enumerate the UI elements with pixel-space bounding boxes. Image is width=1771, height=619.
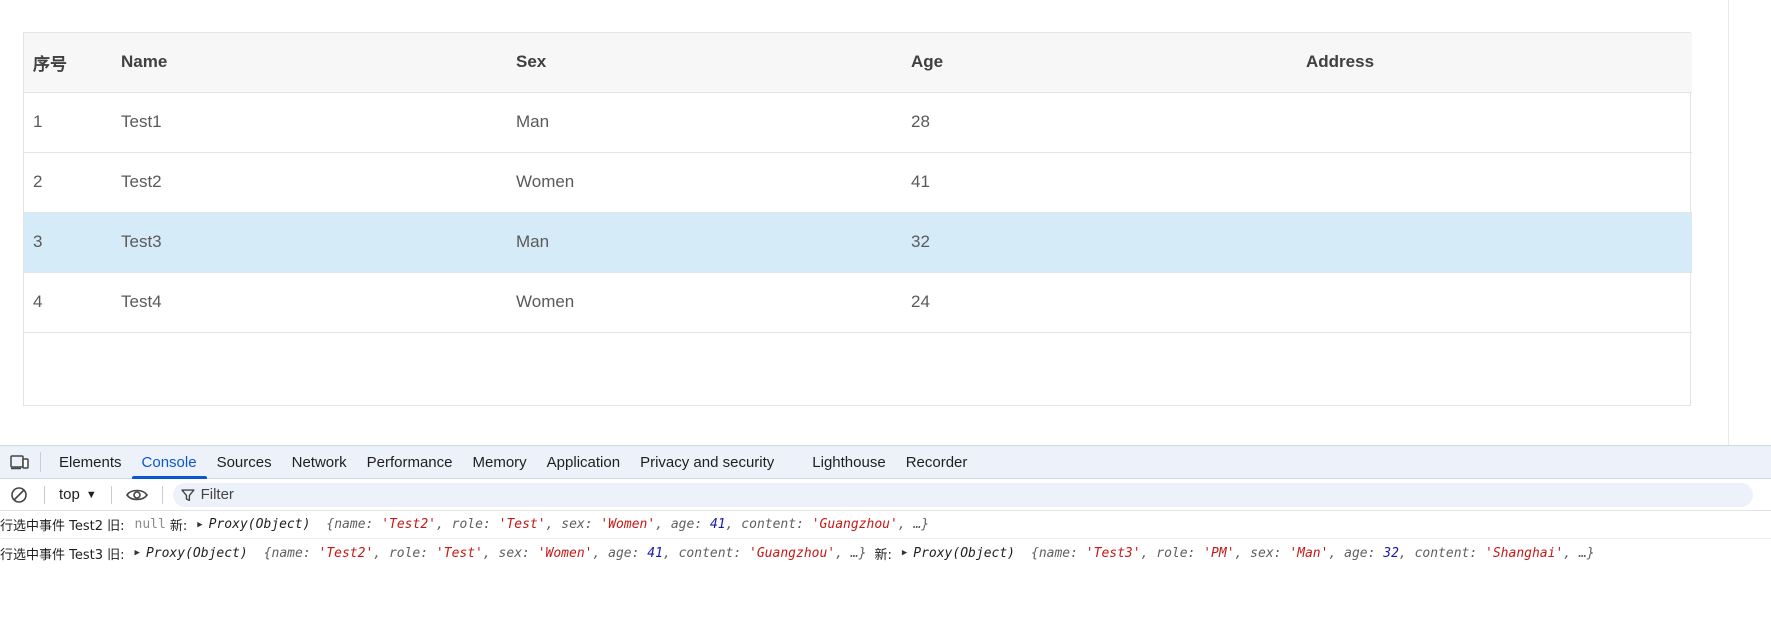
prop-name: 'Test2' [318, 545, 374, 561]
prop-sex: 'Man' [1289, 545, 1329, 561]
prop-role: 'Test' [435, 545, 483, 561]
cell-address [1297, 212, 1692, 272]
cell-index: 4 [33, 292, 43, 311]
cell-age: 24 [911, 292, 930, 311]
column-header-age[interactable]: Age [902, 33, 1297, 93]
chevron-down-icon: ▼ [85, 488, 97, 501]
cell-index: 1 [33, 112, 43, 131]
toolbar-divider [161, 485, 163, 504]
tab-console[interactable]: Console [131, 446, 207, 479]
object-type: Proxy(Object) [913, 545, 1015, 561]
log-new-label: 新: [169, 519, 188, 534]
tab-sources[interactable]: Sources [207, 446, 282, 479]
prop-sex: 'Women' [600, 517, 656, 532]
context-selector[interactable]: top ▼ [51, 486, 105, 503]
table-row[interactable]: 1 Test1 Man 28 [24, 92, 1692, 152]
console-toolbar: top ▼ [0, 479, 1771, 511]
live-expression-eye-icon[interactable] [118, 479, 156, 511]
object-preview[interactable]: ▶ Proxy(Object) {name: 'Test3', role: 'P… [902, 546, 1595, 561]
clear-console-icon[interactable] [0, 479, 38, 511]
context-selector-label: top [59, 486, 80, 503]
tab-recorder[interactable]: Recorder [896, 446, 978, 479]
prop-age: 41 [647, 545, 663, 561]
column-header-name[interactable]: Name [112, 33, 507, 93]
filter-field[interactable] [172, 482, 1753, 507]
page-content: 序号 Name Sex Age Address 1 Test1 Man 28 2 [0, 0, 1771, 445]
cell-sex: Women [516, 292, 575, 311]
prop-name: 'Test3' [1085, 545, 1141, 561]
table-row[interactable]: 4 Test4 Women 24 [24, 272, 1692, 332]
expand-triangle-icon[interactable]: ▶ [135, 548, 140, 558]
cell-index: 2 [33, 172, 43, 191]
prop-role: 'PM' [1203, 545, 1235, 561]
tab-application[interactable]: Application [537, 446, 630, 479]
devtools-panel: Elements Console Sources Network Perform… [0, 445, 1771, 619]
log-prefix: 行选中事件 Test2 旧: [0, 519, 125, 534]
console-message: 行选中事件 Test2 旧: null 新: ▶ Proxy(Object) {… [0, 511, 1771, 539]
object-body: {name: 'Test2', role: 'Test', sex: 'Wome… [326, 517, 930, 532]
cell-address [1297, 152, 1692, 212]
prop-content: 'Shanghai' [1485, 545, 1564, 561]
prop-content: 'Guangzhou' [811, 517, 898, 532]
column-header-address[interactable]: Address [1297, 33, 1692, 93]
column-header-index[interactable]: 序号 [24, 33, 112, 93]
expand-triangle-icon[interactable]: ▶ [197, 520, 202, 530]
log-old-value: null [134, 517, 166, 532]
page-scrollbar-track [1728, 0, 1729, 445]
object-body: {name: 'Test2', role: 'Test', sex: 'Wome… [263, 545, 867, 561]
column-header-sex[interactable]: Sex [507, 33, 902, 93]
device-toolbar-icon[interactable] [0, 446, 40, 479]
prop-age: 32 [1383, 545, 1399, 561]
cell-address [1297, 272, 1692, 332]
cell-index: 3 [33, 232, 43, 251]
object-body: {name: 'Test3', role: 'PM', sex: 'Man', … [1031, 545, 1595, 561]
data-table: 序号 Name Sex Age Address 1 Test1 Man 28 2 [23, 32, 1692, 406]
expand-triangle-icon[interactable]: ▶ [902, 548, 907, 558]
object-preview[interactable]: ▶ Proxy(Object) {name: 'Test2', role: 'T… [197, 517, 929, 532]
log-prefix: 行选中事件 Test3 旧: [0, 547, 125, 563]
toolbar-divider [110, 485, 112, 504]
devtools-tabbar: Elements Console Sources Network Perform… [0, 446, 1771, 479]
prop-more: …} [913, 517, 930, 532]
table-row-selected[interactable]: 3 Test3 Man 32 [24, 212, 1692, 272]
object-type: Proxy(Object) [208, 517, 311, 532]
cell-sex: Women [516, 172, 575, 191]
cell-sex: Man [516, 232, 550, 251]
prop-name: 'Test2' [381, 517, 436, 532]
prop-sex: 'Women' [537, 545, 593, 561]
cell-sex: Man [516, 112, 550, 131]
prop-age: 41 [709, 517, 726, 532]
tab-network[interactable]: Network [282, 446, 357, 479]
cell-age: 41 [911, 172, 930, 191]
cell-name: Test4 [121, 292, 162, 311]
tab-divider [40, 452, 41, 472]
prop-more: …} [1578, 545, 1595, 561]
table-row[interactable]: 2 Test2 Women 41 [24, 152, 1692, 212]
tab-memory[interactable]: Memory [463, 446, 537, 479]
prop-more: …} [850, 545, 867, 561]
prop-content: 'Guangzhou' [749, 545, 836, 561]
object-type: Proxy(Object) [145, 545, 248, 561]
cell-name: Test2 [121, 172, 162, 191]
tab-performance[interactable]: Performance [357, 446, 463, 479]
cell-name: Test3 [121, 232, 162, 251]
filter-input[interactable] [200, 486, 1743, 503]
filter-funnel-icon [181, 488, 195, 501]
cell-age: 32 [911, 232, 930, 251]
object-preview[interactable]: ▶ Proxy(Object) {name: 'Test2', role: 'T… [135, 546, 867, 561]
cell-address [1297, 92, 1692, 152]
toolbar-divider [44, 485, 45, 504]
cell-name: Test1 [121, 112, 162, 131]
tab-privacy-and-security[interactable]: Privacy and security [630, 446, 784, 479]
cell-age: 28 [911, 112, 930, 131]
tab-elements[interactable]: Elements [49, 446, 132, 479]
tab-lighthouse[interactable]: Lighthouse [802, 446, 895, 479]
log-new-label: 新: [874, 547, 892, 563]
table-header-row: 序号 Name Sex Age Address [24, 33, 1692, 93]
prop-role: 'Test' [498, 517, 546, 532]
console-message: 行选中事件 Test3 旧: ▶ Proxy(Object) {name: 'T… [0, 539, 1771, 567]
